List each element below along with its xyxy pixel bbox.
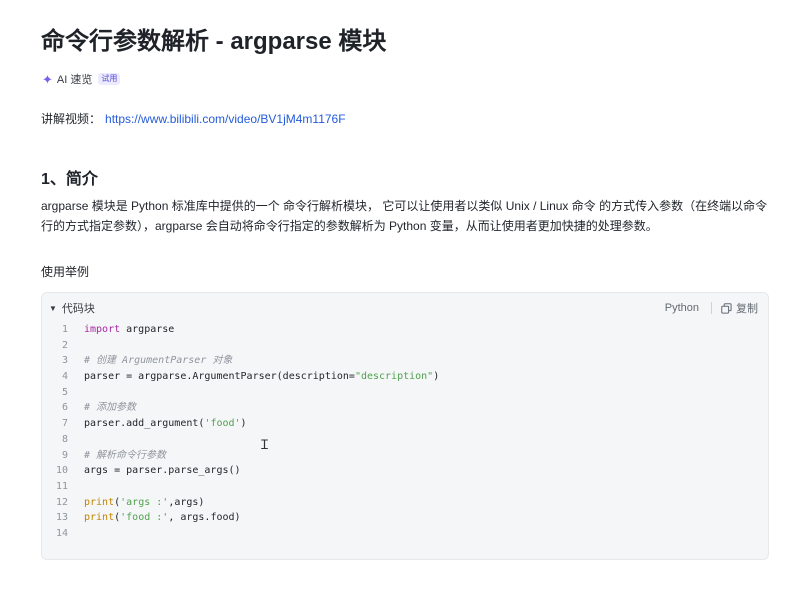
code-token: ) [240, 418, 247, 430]
code-text: import argparse [84, 322, 174, 338]
line-number: 7 [61, 418, 68, 430]
code-token: , args.food) [168, 512, 241, 524]
code-text: args = parser.parse_args() [84, 463, 241, 479]
ai-overview-label: AI 速览 [56, 74, 93, 86]
code-text: print('args :',args) [84, 495, 204, 511]
code-text: print('food :', args.food) [84, 510, 241, 526]
code-line: 12 print('args :',args) [42, 495, 768, 511]
code-token: parser.add_argument( [84, 418, 205, 430]
line-number: 1 [61, 324, 68, 335]
page-title: 命令行参数解析 - argparse 模块 [41, 28, 387, 55]
line-number: 12 [55, 496, 68, 508]
line-number: 4 [61, 371, 68, 383]
code-line: 14 [42, 526, 768, 542]
line-number: 2 [61, 339, 68, 351]
code-editor[interactable]: 1 import argparse 2 3 # 创建 ArgumentParser 对象… [42, 322, 768, 542]
code-text: # 添加参数 [84, 400, 136, 416]
code-token: import [84, 324, 121, 335]
code-line: 5 [42, 385, 768, 401]
language-selector[interactable]: Python [665, 302, 699, 314]
code-line: 8 [42, 432, 768, 448]
sparkle-icon: ✦ [42, 71, 53, 87]
line-number: 9 [61, 449, 68, 461]
code-line: 10 args = parser.parse_args() [42, 463, 768, 479]
section-heading: 1、简介 [41, 171, 98, 188]
code-line: 2 [42, 338, 768, 354]
code-token: "description" [354, 371, 434, 383]
code-block: ▼ 代码块 Python 复制 1 import argparse 2 3 # 创建 A… [41, 292, 769, 560]
code-token: ,args) [168, 496, 205, 508]
video-label: 讲解视频： [41, 112, 102, 126]
code-token: # 添加参数 [84, 402, 137, 414]
ai-overview-button[interactable]: ✦ AI 速览 试用 [42, 70, 121, 88]
code-line: 6 # 添加参数 [42, 400, 768, 416]
line-number: 3 [61, 355, 68, 367]
code-token: args = parser.parse_args() [84, 465, 241, 477]
triangle-down-icon: ▼ [49, 303, 57, 313]
code-token: # 创建 ArgumentParser 对象 [84, 355, 233, 367]
trial-badge: 试用 [98, 73, 121, 85]
line-number: 14 [55, 527, 68, 539]
line-number: 11 [55, 480, 68, 492]
code-token: 'food :' [120, 512, 169, 524]
code-line: 9 # 解析命令行参数 [42, 448, 768, 464]
code-token: print [84, 496, 115, 508]
intro-paragraph: argparse 模块是 Python 标准库中提供的一个 命令行解析模块， 它… [41, 199, 768, 233]
code-block-header: ▼ 代码块 Python 复制 [42, 293, 768, 323]
code-token: parser = argparse.ArgumentParser(descrip… [84, 371, 355, 383]
line-number: 6 [61, 402, 68, 414]
usage-heading: 使用举例 [41, 265, 90, 279]
code-line: 7 parser.add_argument('food') [42, 416, 768, 432]
line-number: 13 [55, 512, 68, 524]
copy-icon [721, 302, 732, 314]
code-text: # 解析命令行参数 [84, 448, 166, 464]
code-block-toggle-label: 代码块 [61, 303, 95, 315]
code-token: 'args :' [120, 496, 169, 508]
code-line: 1 import argparse [42, 322, 768, 338]
code-token: # 解析命令行参数 [84, 449, 167, 461]
header-divider [711, 302, 712, 314]
code-token: print [84, 512, 115, 524]
code-line: 4 parser = argparse.ArgumentParser(descri… [42, 369, 768, 385]
code-token: 'food' [204, 418, 241, 430]
code-token: ) [433, 371, 440, 383]
code-text: parser = argparse.ArgumentParser(descrip… [84, 369, 439, 385]
code-block-toggle[interactable]: ▼ 代码块 [49, 300, 95, 316]
code-text: # 创建 ArgumentParser 对象 [84, 353, 232, 369]
line-number: 8 [61, 433, 68, 445]
code-token: argparse [120, 324, 175, 335]
copy-label: 复制 [736, 303, 758, 315]
code-line: 3 # 创建 ArgumentParser 对象 [42, 353, 768, 369]
code-text: parser.add_argument('food') [84, 416, 247, 432]
line-number: 10 [55, 465, 68, 477]
video-row: 讲解视频： https://www.bilibili.com/video/BV1j… [41, 110, 346, 128]
video-link[interactable]: https://www.bilibili.com/video/BV1jM4m11… [105, 112, 346, 126]
copy-button[interactable]: 复制 [721, 300, 758, 316]
line-number: 5 [61, 386, 68, 398]
code-line: 13 print('food :', args.food) [42, 510, 768, 526]
text-cursor-icon: Ｉ [258, 438, 272, 453]
code-line: 11 [42, 479, 768, 495]
